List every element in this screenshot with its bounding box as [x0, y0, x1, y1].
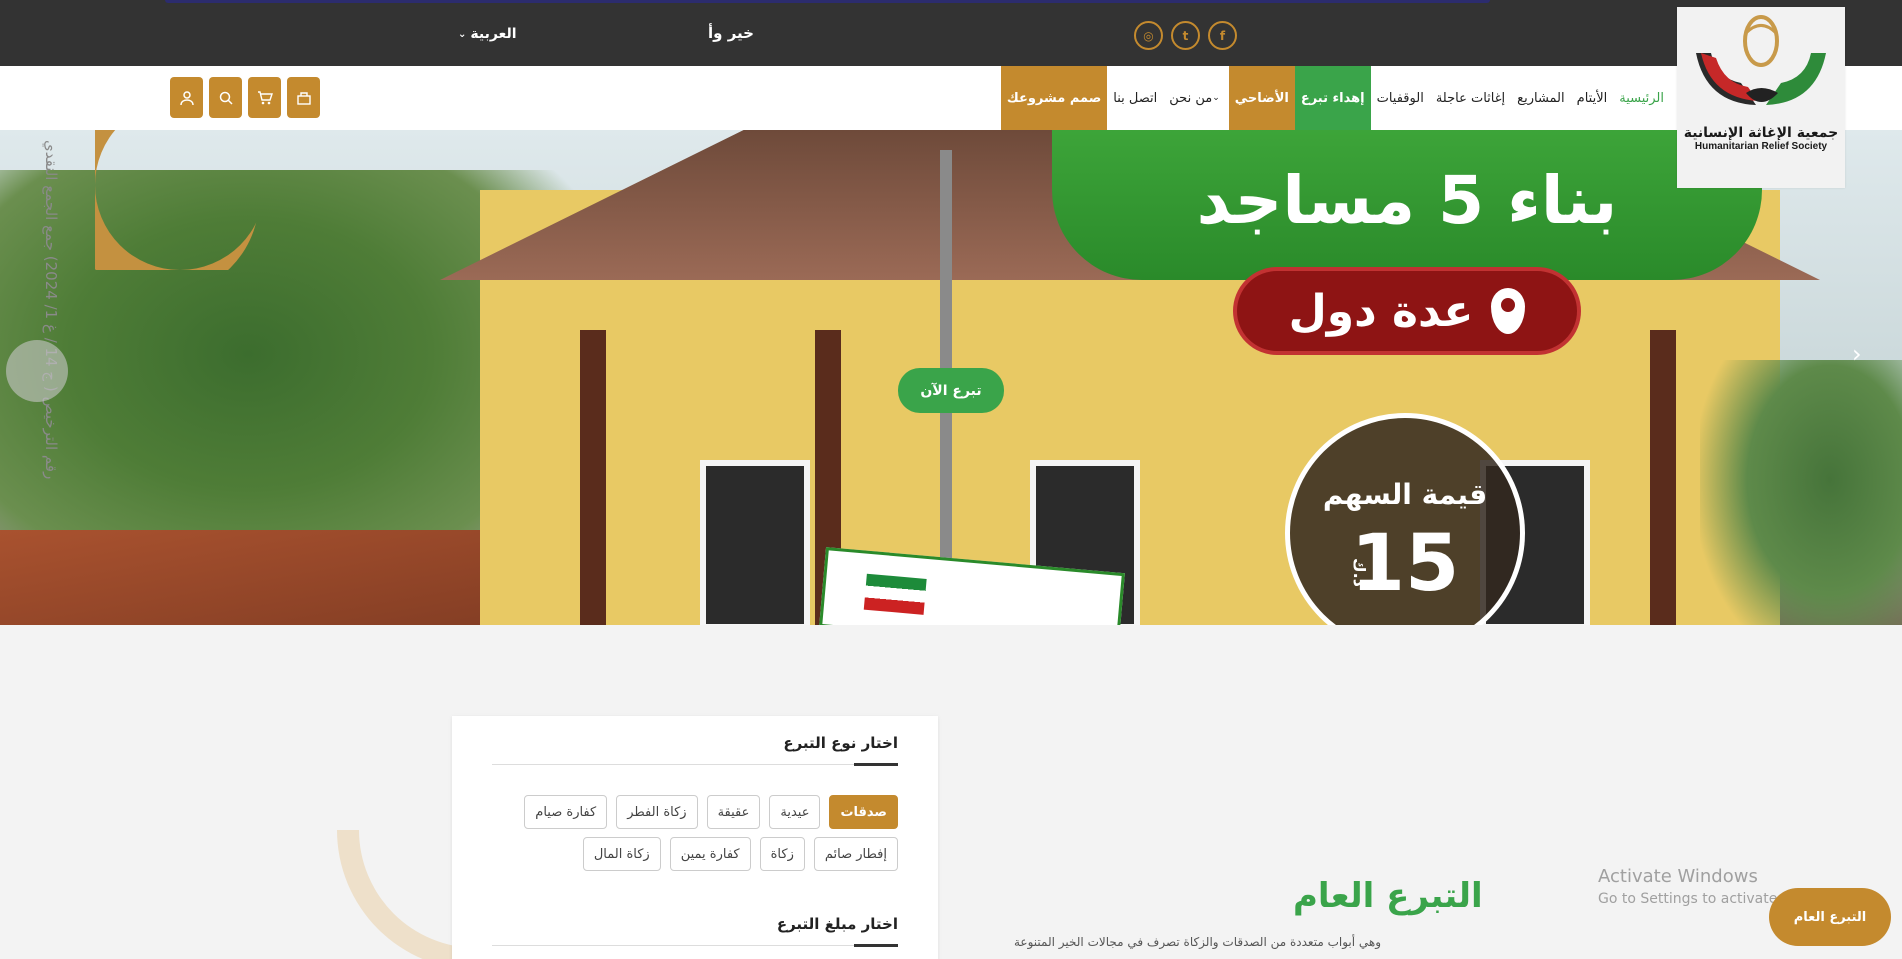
location-text: عدة دول [1288, 285, 1474, 337]
chevron-down-icon: ⌄ [458, 28, 467, 40]
location-pin-icon [1491, 288, 1526, 334]
nav-item-design-project[interactable]: صمم مشروعك [1000, 66, 1108, 130]
headline-text: بناء 5 مساجد [1196, 161, 1618, 239]
nav-item-about[interactable]: من نحن ⌄ [1163, 66, 1228, 130]
nav-item-gift-donation[interactable]: إهداء تبرع [1294, 66, 1371, 130]
slider-next-button[interactable]: › [1852, 340, 1862, 368]
type-option-eidiya[interactable]: عيدية [769, 795, 821, 829]
donate-now-button[interactable]: تبرع الآن [898, 368, 1004, 413]
main-navbar: الرئيسية الأيتام المشاريع إغاثات عاجلة ا… [0, 66, 1902, 130]
logo-emblem [1696, 15, 1826, 105]
logo-name-en: Humanitarian Relief Society [1694, 141, 1828, 152]
about-label: من نحن [1169, 90, 1213, 106]
donation-card: اختار نوع التبرع صدقات عيدية عقيقة زكاة … [452, 716, 938, 959]
type-option-kaffarat-siyam[interactable]: كفارة صيام [524, 795, 608, 829]
nav-item-orphans[interactable]: الأيتام [1571, 66, 1614, 130]
share-unit: د.ك [1350, 558, 1369, 587]
donate-box-icon[interactable] [287, 77, 320, 118]
general-donation-description: وهي أبواب متعددة من الصدقات والزكاة تصرف… [1014, 935, 1382, 949]
hero-pillar [1650, 330, 1676, 625]
nav-menu: الرئيسية الأيتام المشاريع إغاثات عاجلة ا… [1000, 66, 1670, 130]
hero-trees-right [1700, 360, 1902, 625]
general-donation-title: التبرع العام [1293, 876, 1483, 916]
facebook-icon[interactable]: f [1208, 21, 1237, 50]
type-option-iftar-saim[interactable]: إفطار صائم [813, 837, 898, 871]
license-text: رقم الترخيص ( ج 14 / غ 1/ 2024) جمع الجم… [42, 140, 60, 480]
floating-general-donation-button[interactable]: التبرع العام [1769, 888, 1891, 946]
nav-item-urgent-relief[interactable]: إغاثات عاجلة [1430, 66, 1511, 130]
headline-banner: بناء 5 مساجد [1052, 130, 1762, 280]
logo-name-ar: جمعية الإغاثة الإنسانية [1683, 125, 1839, 141]
language-selector[interactable]: ⌄ العربية [458, 26, 517, 42]
chevron-down-icon: ⌄ [1212, 93, 1220, 103]
nav-item-home[interactable]: الرئيسية [1613, 66, 1670, 130]
search-icon[interactable] [209, 77, 242, 118]
nav-item-endowments[interactable]: الوقفيات [1371, 66, 1430, 130]
hero-window [700, 460, 810, 625]
type-option-zakat-mal[interactable]: زكاة المال [582, 837, 661, 871]
language-label: العربية [470, 26, 517, 42]
instagram-icon[interactable]: ◎ [1134, 21, 1163, 50]
nav-tools [170, 77, 320, 118]
type-option-sadaqat[interactable]: صدقات [829, 795, 898, 829]
activate-title: Activate Windows [1598, 866, 1758, 887]
type-option-aqiqa[interactable]: عقيقة [706, 795, 761, 829]
hero-slider: رقم الترخيص ( ج 14 / غ 1/ 2024) جمع الجم… [0, 130, 1902, 625]
type-option-zakat[interactable]: زكاة [759, 837, 805, 871]
top-bar: ⌄ العربية خير وأ ◎ t f [0, 0, 1902, 66]
donation-type-options: صدقات عيدية عقيقة زكاة الفطر كفارة صيام … [492, 795, 898, 871]
location-banner: عدة دول [1233, 267, 1581, 355]
hero-roof-left [0, 530, 560, 625]
nav-item-projects[interactable]: المشاريع [1511, 66, 1570, 130]
type-option-kaffarat-yamin[interactable]: كفارة يمين [669, 837, 751, 871]
heading-divider [492, 763, 898, 766]
share-label: قيمة السهم [1322, 478, 1488, 511]
slogan-text: خير وأ [708, 24, 754, 42]
type-option-zakat-fitr[interactable]: زكاة الفطر [616, 795, 698, 829]
hero-pillar [580, 330, 606, 625]
user-icon[interactable] [170, 77, 203, 118]
donation-type-heading: اختار نوع التبرع [783, 734, 898, 752]
chevron-right-icon: › [1852, 340, 1862, 368]
heading-divider [492, 944, 898, 947]
slider-prev-button[interactable] [6, 340, 68, 402]
nav-item-sacrifices[interactable]: الأضاحي [1228, 66, 1295, 130]
top-accent-line [165, 0, 1490, 3]
cart-icon[interactable] [248, 77, 281, 118]
social-links: ◎ t f [1134, 21, 1237, 50]
nav-item-contact[interactable]: اتصل بنا [1107, 66, 1163, 130]
site-logo[interactable]: جمعية الإغاثة الإنسانية Humanitarian Rel… [1677, 7, 1845, 188]
twitter-icon[interactable]: t [1171, 21, 1200, 50]
donation-amount-heading: اختار مبلغ التبرع [776, 915, 898, 933]
kuwait-flag [863, 573, 927, 615]
